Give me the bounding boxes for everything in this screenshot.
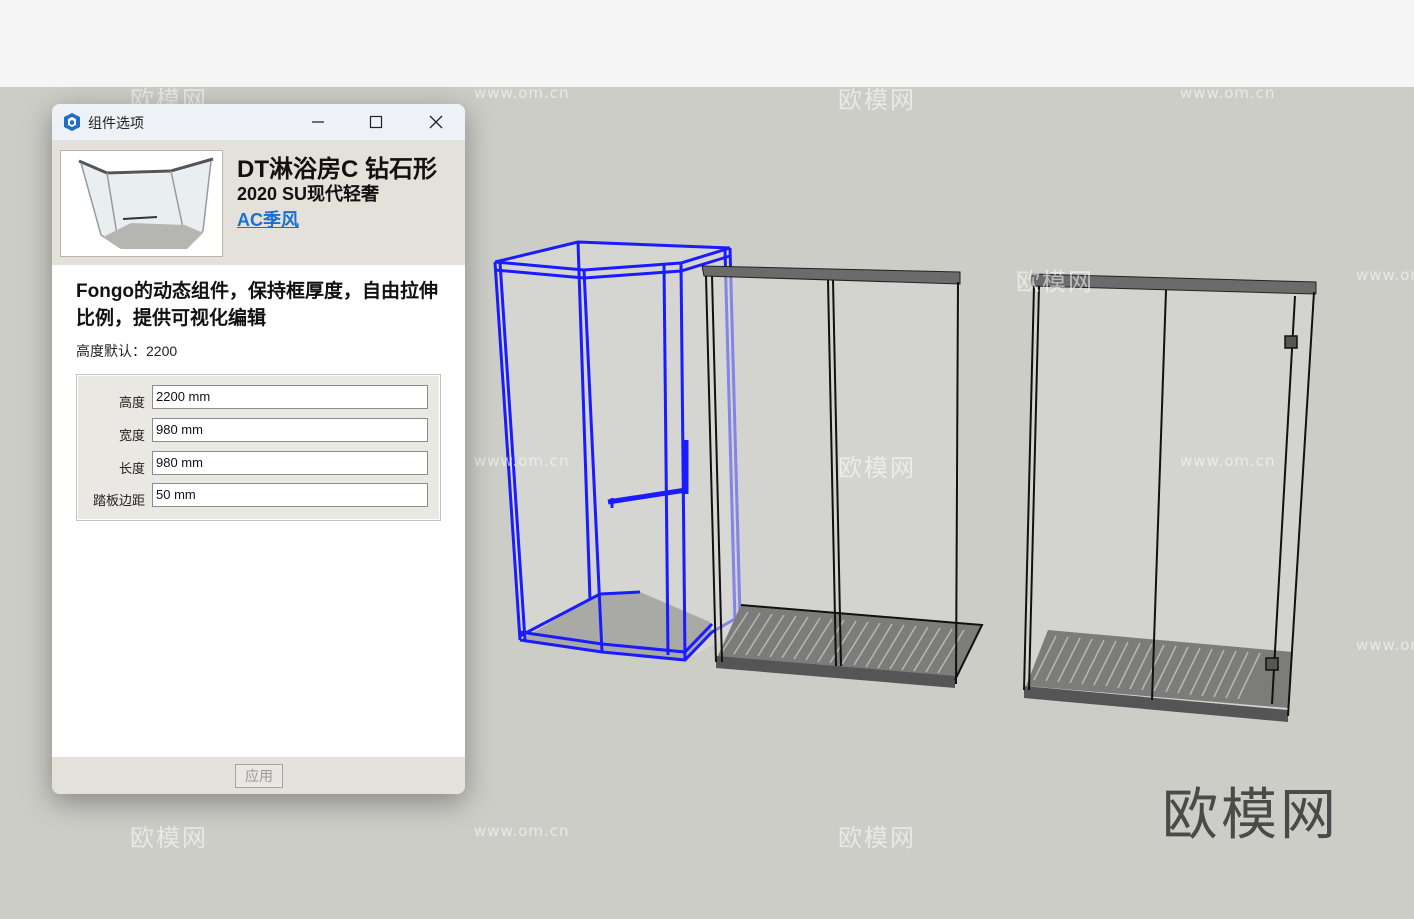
- parameters-panel: 高度 2200 mm 宽度 980 mm 长度 980 mm 踏板边距 50 m…: [76, 374, 441, 521]
- sketchup-app-icon: [64, 113, 80, 131]
- component-thumbnail: [60, 150, 223, 257]
- param-row-height: 高度 2200 mm: [77, 385, 440, 413]
- diamond-shower-model[interactable]: [493, 240, 742, 662]
- minimize-button[interactable]: [289, 104, 347, 140]
- maximize-button[interactable]: [347, 104, 405, 140]
- shower-thumbnail-image: [78, 157, 214, 249]
- top-toolbar-area: [0, 0, 1414, 87]
- default-height-note: 高度默认：2200: [76, 343, 178, 359]
- dialog-footer: 应用: [52, 757, 465, 794]
- close-icon: [429, 115, 443, 129]
- length-input[interactable]: 980 mm: [152, 451, 428, 475]
- param-row-tray-margin: 踏板边距 50 mm: [77, 483, 440, 511]
- minimize-icon: [312, 121, 324, 123]
- component-subtitle: 2020 SU现代轻奢: [237, 184, 380, 204]
- author-link[interactable]: AC季风: [237, 206, 299, 232]
- close-button[interactable]: [407, 104, 465, 140]
- dialog-title: 组件选项: [88, 115, 144, 131]
- param-row-length: 长度 980 mm: [77, 451, 440, 479]
- apply-button[interactable]: 应用: [235, 764, 283, 788]
- sliding-shower-panel-model[interactable]: [701, 265, 984, 688]
- dialog-titlebar[interactable]: 组件选项: [52, 104, 465, 141]
- hinged-shower-panel-model[interactable]: [1023, 273, 1317, 722]
- param-row-width: 宽度 980 mm: [77, 418, 440, 446]
- tray-margin-input[interactable]: 50 mm: [152, 483, 428, 507]
- width-input[interactable]: 980 mm: [152, 418, 428, 442]
- component-description: Fongo的动态组件，保持框厚度，自由拉伸比例，提供可视化编辑: [76, 281, 439, 329]
- param-label: 长度: [118, 461, 145, 476]
- component-name: DT淋浴房C 钻石形: [237, 156, 437, 183]
- param-label: 踏板边距: [92, 493, 145, 508]
- component-options-dialog[interactable]: 组件选项 DT淋浴房C 钻石形 2020 SU现代轻奢 AC季风 Fongo的动…: [52, 104, 465, 794]
- param-label: 宽度: [118, 428, 145, 443]
- component-header: DT淋浴房C 钻石形 2020 SU现代轻奢 AC季风: [52, 141, 465, 265]
- brand-watermark: 欧模网: [1162, 783, 1339, 848]
- maximize-icon: [369, 115, 383, 129]
- param-label: 高度: [118, 395, 145, 410]
- height-input[interactable]: 2200 mm: [152, 385, 428, 409]
